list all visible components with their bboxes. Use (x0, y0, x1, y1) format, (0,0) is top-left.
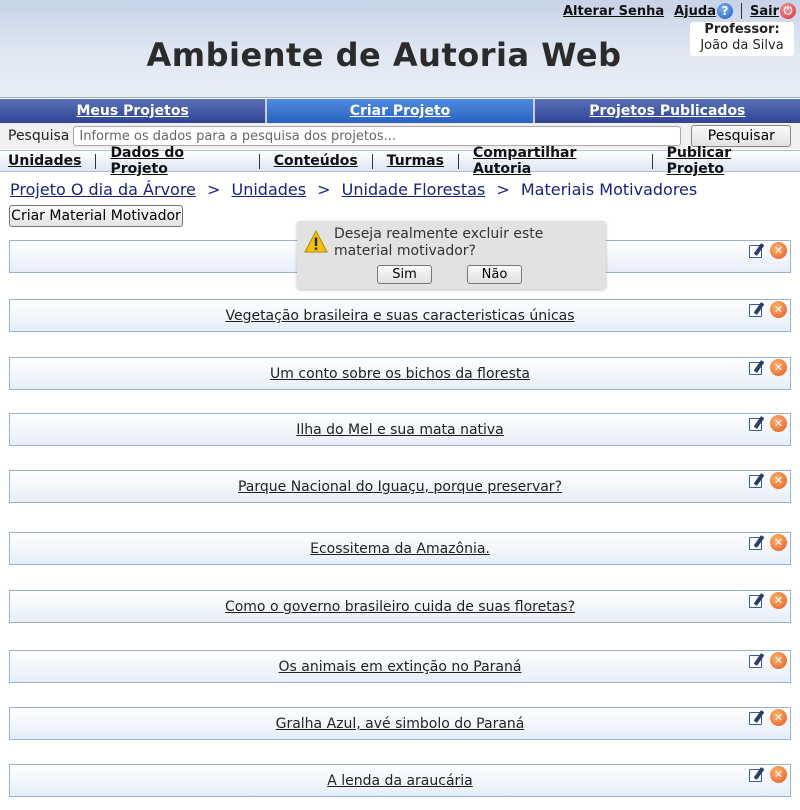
edit-icon[interactable] (749, 592, 767, 609)
edit-icon[interactable] (749, 766, 767, 783)
row-actions: ✕ (749, 242, 787, 259)
delete-icon[interactable]: ✕ (770, 301, 787, 318)
breadcrumb-unit[interactable]: Unidade Florestas (342, 180, 486, 199)
confirm-no-button[interactable]: Não (467, 265, 522, 284)
divider (651, 153, 653, 169)
delete-icon[interactable]: ✕ (770, 592, 787, 609)
search-label: Pesquisa (8, 128, 70, 144)
subnav-conteudos[interactable]: Conteúdos (266, 153, 366, 169)
row-actions: ✕ (749, 534, 787, 551)
list-item: A lenda da araucária ✕ (9, 764, 791, 797)
warning-icon (304, 230, 328, 253)
power-icon[interactable]: ⏻ (780, 3, 796, 19)
subnav-turmas[interactable]: Turmas (379, 153, 452, 169)
list-item: Um conto sobre os bichos da floresta ✕ (9, 357, 791, 390)
material-title-link[interactable]: Os animais em extinção no Paraná (279, 659, 522, 675)
delete-icon[interactable]: ✕ (770, 472, 787, 489)
user-role-label: Professor: (704, 22, 780, 37)
subnav-publicar-projeto[interactable]: Publicar Projeto (659, 145, 800, 177)
help-icon[interactable]: ? (716, 3, 733, 19)
subnav-dados-projeto[interactable]: Dados do Projeto (102, 145, 252, 177)
edit-icon[interactable] (749, 301, 767, 318)
app-header: Ambiente de Autoria Web Alterar Senha Aj… (0, 0, 800, 98)
top-links: Alterar Senha Ajuda ? Sair ⏻ (563, 3, 796, 19)
delete-icon[interactable]: ✕ (770, 534, 787, 551)
edit-icon[interactable] (749, 359, 767, 376)
dialog-message: Deseja realmente excluir este material m… (334, 226, 544, 259)
edit-icon[interactable] (749, 415, 767, 432)
tab-criar-projeto[interactable]: Criar Projeto (267, 99, 535, 123)
subnav-compartilhar-autoria[interactable]: Compartilhar Autoria (465, 145, 646, 177)
tab-projetos-publicados[interactable]: Projetos Publicados (535, 99, 800, 123)
project-subnav: Unidades Dados do Projeto Conteúdos Turm… (0, 145, 800, 177)
delete-icon[interactable]: ✕ (770, 359, 787, 376)
breadcrumb-separator: > (317, 180, 331, 199)
divider (95, 153, 97, 169)
logout-link[interactable]: Sair (750, 4, 779, 19)
material-title-link[interactable]: Como o governo brasileiro cuida de suas … (225, 599, 575, 615)
row-actions: ✕ (749, 415, 787, 432)
list-item: Como o governo brasileiro cuida de suas … (9, 590, 791, 623)
confirm-delete-dialog: Deseja realmente excluir este material m… (297, 221, 606, 289)
list-item: Ecossitema da Amazônia. ✕ (9, 532, 791, 565)
row-actions: ✕ (749, 472, 787, 489)
list-item: Parque Nacional do Iguaçu, porque preser… (9, 470, 791, 503)
breadcrumb-separator: > (496, 180, 510, 199)
edit-icon[interactable] (749, 652, 767, 669)
create-material-button[interactable]: Criar Material Motivador (9, 205, 183, 227)
row-actions: ✕ (749, 301, 787, 318)
confirm-yes-button[interactable]: Sim (377, 265, 432, 284)
material-title-link[interactable]: Ilha do Mel e sua mata nativa (296, 422, 504, 438)
search-button[interactable]: Pesquisar (691, 125, 792, 147)
main-nav: Meus Projetos Criar Projeto Projetos Pub… (0, 99, 800, 123)
breadcrumb-separator: > (206, 180, 221, 199)
delete-icon[interactable]: ✕ (770, 652, 787, 669)
user-name: João da Silva (700, 38, 784, 53)
divider (371, 153, 373, 169)
material-title-link[interactable]: Gralha Azul, avé simbolo do Paraná (276, 716, 525, 732)
row-actions: ✕ (749, 709, 787, 726)
breadcrumb-units[interactable]: Unidades (231, 180, 306, 199)
breadcrumb-current: Materiais Motivadores (520, 180, 698, 199)
subnav-unidades[interactable]: Unidades (0, 153, 89, 169)
divider (258, 153, 260, 169)
row-actions: ✕ (749, 592, 787, 609)
material-title-link[interactable]: Ecossitema da Amazônia. (310, 541, 490, 557)
delete-icon[interactable]: ✕ (770, 415, 787, 432)
help-link[interactable]: Ajuda (674, 4, 716, 19)
edit-icon[interactable] (749, 472, 767, 489)
change-password-link[interactable]: Alterar Senha (563, 4, 664, 19)
divider (740, 3, 742, 19)
edit-icon[interactable] (749, 709, 767, 726)
user-info: Professor: João da Silva (690, 22, 794, 56)
delete-icon[interactable]: ✕ (770, 242, 787, 259)
row-actions: ✕ (749, 766, 787, 783)
divider (457, 153, 459, 169)
list-item: Vegetação brasileira e suas caracteristi… (9, 299, 791, 332)
search-input[interactable] (73, 126, 682, 146)
app-title: Ambiente de Autoria Web (146, 36, 622, 74)
edit-icon[interactable] (749, 534, 767, 551)
tab-meus-projetos[interactable]: Meus Projetos (0, 99, 268, 123)
material-title-link[interactable]: Parque Nacional do Iguaçu, porque preser… (238, 479, 562, 495)
delete-icon[interactable]: ✕ (770, 709, 787, 726)
list-item: Os animais em extinção no Paraná ✕ (9, 650, 791, 683)
material-title-link[interactable]: Um conto sobre os bichos da floresta (270, 366, 530, 382)
edit-icon[interactable] (749, 242, 767, 259)
row-actions: ✕ (749, 359, 787, 376)
row-actions: ✕ (749, 652, 787, 669)
list-item: Ilha do Mel e sua mata nativa ✕ (9, 413, 791, 446)
delete-icon[interactable]: ✕ (770, 766, 787, 783)
breadcrumb: Projeto O dia da Árvore > Unidades > Uni… (10, 180, 697, 199)
breadcrumb-project[interactable]: Projeto O dia da Árvore (10, 180, 196, 199)
material-title-link[interactable]: A lenda da araucária (327, 773, 473, 789)
material-title-link[interactable]: Vegetação brasileira e suas caracteristi… (225, 308, 574, 324)
list-item: Gralha Azul, avé simbolo do Paraná ✕ (9, 707, 791, 740)
